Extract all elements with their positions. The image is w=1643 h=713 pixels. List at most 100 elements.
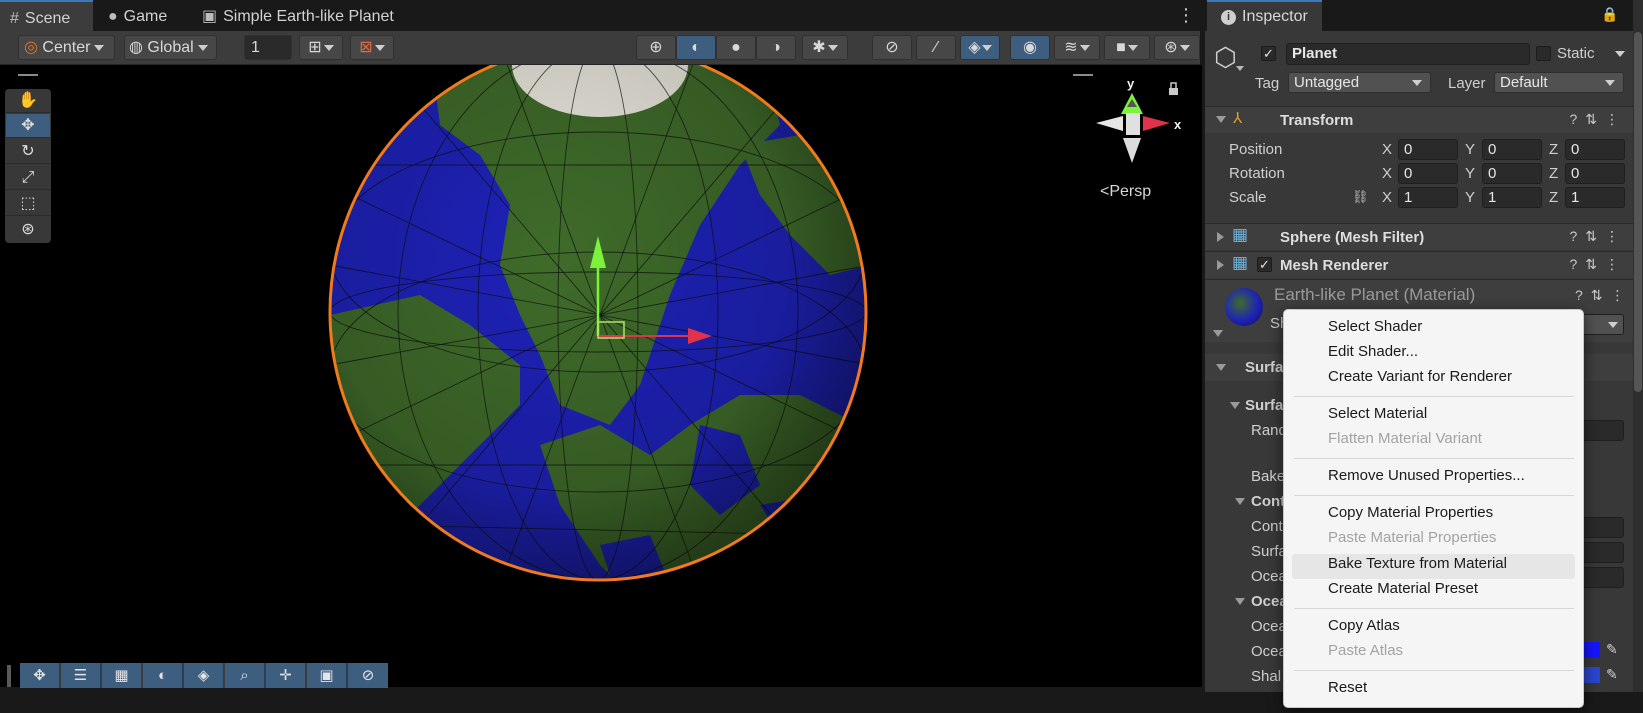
transform-header[interactable]: ⅄ Transform ?⇅⋮	[1205, 106, 1635, 133]
toggle-2d-button[interactable]: ⊘	[872, 35, 912, 60]
menu-item-create-variant[interactable]: Create Variant for Renderer	[1328, 368, 1512, 385]
help-icon[interactable]: ?	[1575, 287, 1591, 303]
overlay-camera-button[interactable]: ▣	[307, 663, 347, 688]
overlay-layers-button[interactable]: ◈	[184, 663, 224, 688]
chevron-down-icon[interactable]	[1615, 51, 1625, 57]
chevron-down-icon[interactable]	[1236, 66, 1244, 71]
tab-inspector[interactable]: i Inspector	[1207, 0, 1322, 31]
position-x-field[interactable]: 0	[1398, 139, 1458, 160]
grid-snapping-button[interactable]: ⊞	[299, 35, 343, 60]
projection-toggle[interactable]: <Persp	[1100, 183, 1151, 201]
constrain-proportions-icon[interactable]: ⛓	[1352, 189, 1369, 205]
property-field[interactable]	[1580, 420, 1624, 441]
gizmo-negx-cone-icon[interactable]	[1096, 116, 1123, 131]
ocean-color-swatch[interactable]	[1583, 642, 1600, 658]
tab-document[interactable]: ▣ Simple Earth-like Planet	[202, 0, 394, 31]
scrollbar-thumb[interactable]	[1634, 32, 1642, 392]
layer-dropdown[interactable]: Default	[1494, 72, 1624, 93]
help-icon[interactable]: ?	[1569, 111, 1585, 127]
menu-item-bake-texture[interactable]: Bake Texture from Material	[1328, 555, 1507, 572]
eyedropper-icon[interactable]: ✎	[1606, 641, 1618, 658]
scene-visibility-button[interactable]: ◉	[1010, 35, 1050, 60]
overlay-pivot-button[interactable]: ✛	[266, 663, 306, 688]
debug-draw-mode-dropdown[interactable]: ✱	[802, 35, 848, 60]
scene-options-icon[interactable]: ⋮	[1176, 0, 1196, 31]
increment-snapping-button[interactable]: ⊠	[350, 35, 394, 60]
camera-settings-dropdown[interactable]: ■	[1104, 35, 1150, 60]
eyedropper-icon[interactable]: ✎	[1606, 666, 1618, 683]
preset-icon[interactable]: ⇅	[1585, 111, 1605, 127]
rotate-tool-button[interactable]: ↻	[6, 140, 50, 164]
move-tool-button[interactable]: ✥	[6, 114, 50, 138]
overlay-drag-handle-icon[interactable]	[7, 665, 11, 687]
overlay-search-button[interactable]: ⌕	[225, 663, 265, 688]
scene-viewport[interactable]: y x	[0, 65, 1202, 687]
rect-tool-button[interactable]: ⬚	[6, 192, 50, 216]
help-icon[interactable]: ?	[1569, 256, 1585, 272]
shallow-color-swatch[interactable]	[1583, 667, 1600, 683]
mesh-renderer-enabled-checkbox[interactable]: ✓	[1257, 257, 1272, 272]
kebab-icon[interactable]: ⋮	[1605, 111, 1627, 127]
shaded-wireframe-button[interactable]: ◐	[676, 35, 716, 60]
overlay-navigation-button[interactable]: ⊘	[348, 663, 388, 688]
property-field[interactable]	[1580, 567, 1624, 588]
overlay-move-button[interactable]: ✥	[20, 663, 60, 688]
static-checkbox[interactable]	[1536, 46, 1551, 61]
active-checkbox[interactable]: ✓	[1261, 46, 1276, 61]
gizmo-negy-cone-icon[interactable]	[1123, 138, 1141, 163]
menu-item-create-material-preset[interactable]: Create Material Preset	[1328, 580, 1478, 597]
tab-scene[interactable]: # Scene	[0, 0, 93, 31]
object-name-field[interactable]: Planet	[1286, 43, 1530, 65]
wireframe-shading-button[interactable]: ⊕	[636, 35, 676, 60]
kebab-icon[interactable]: ⋮	[1605, 228, 1627, 244]
position-y-field[interactable]: 0	[1482, 139, 1542, 160]
property-field[interactable]	[1580, 542, 1624, 563]
preset-icon[interactable]: ⇅	[1585, 256, 1605, 272]
grid-size-input[interactable]: 1	[244, 35, 292, 60]
tag-dropdown[interactable]: Untagged	[1288, 72, 1431, 93]
menu-item-copy-material-properties[interactable]: Copy Material Properties	[1328, 504, 1493, 521]
scale-x-field[interactable]: 1	[1398, 187, 1458, 208]
menu-item-select-material[interactable]: Select Material	[1328, 405, 1427, 422]
kebab-icon[interactable]: ⋮	[1611, 287, 1633, 303]
menu-item-edit-shader[interactable]: Edit Shader...	[1328, 343, 1418, 360]
overlay-grid-button[interactable]: ▦	[102, 663, 142, 688]
scale-z-field[interactable]: 1	[1565, 187, 1625, 208]
help-icon[interactable]: ?	[1569, 228, 1585, 244]
shaded-button[interactable]: ●	[716, 35, 756, 60]
rotation-x-field[interactable]: 0	[1398, 163, 1458, 184]
chevron-down-icon[interactable]	[1213, 330, 1223, 337]
lock-icon[interactable]	[1169, 82, 1178, 95]
overlay-shading-button[interactable]: ◐	[143, 663, 183, 688]
tab-game[interactable]: ● Game	[104, 0, 167, 31]
preset-icon[interactable]: ⇅	[1585, 228, 1605, 244]
toggle-audio-button[interactable]: ⁄	[916, 35, 956, 60]
shader-options-dropdown[interactable]	[1580, 314, 1624, 335]
menu-item-reset[interactable]: Reset	[1328, 679, 1367, 696]
gizmo-x-cone-icon[interactable]	[1143, 116, 1170, 131]
position-z-field[interactable]: 0	[1565, 139, 1625, 160]
menu-item-select-shader[interactable]: Select Shader	[1328, 318, 1422, 335]
property-field[interactable]	[1580, 517, 1624, 538]
scale-tool-button[interactable]: ⤢	[6, 166, 50, 190]
gizmo-cube-icon[interactable]	[1126, 113, 1140, 135]
effects-dropdown[interactable]: ◈	[960, 35, 1000, 60]
layers-dropdown[interactable]: ≋	[1054, 35, 1100, 60]
overlay-align-button[interactable]: ☰	[61, 663, 101, 688]
menu-item-copy-atlas[interactable]: Copy Atlas	[1328, 617, 1400, 634]
gizmos-dropdown[interactable]: ⊛	[1154, 35, 1200, 60]
scale-y-field[interactable]: 1	[1482, 187, 1542, 208]
menu-item-remove-unused-properties[interactable]: Remove Unused Properties...	[1328, 467, 1525, 484]
unlit-button[interactable]: ◑	[756, 35, 796, 60]
transform-tool-button[interactable]: ⊛	[6, 218, 50, 242]
lock-icon[interactable]: 🔒	[1601, 6, 1618, 23]
planet-render[interactable]: y x	[0, 65, 1202, 687]
rotation-y-field[interactable]: 0	[1482, 163, 1542, 184]
pivot-mode-dropdown[interactable]: ◎ Center	[18, 35, 115, 60]
mesh-filter-header[interactable]: ▦ Sphere (Mesh Filter) ?⇅⋮	[1205, 223, 1635, 250]
pivot-rotation-dropdown[interactable]: ◍ Global	[124, 35, 217, 60]
rotation-z-field[interactable]: 0	[1565, 163, 1625, 184]
kebab-icon[interactable]: ⋮	[1605, 256, 1627, 272]
hand-tool-button[interactable]: ✋	[6, 89, 50, 113]
preset-icon[interactable]: ⇅	[1591, 287, 1611, 303]
